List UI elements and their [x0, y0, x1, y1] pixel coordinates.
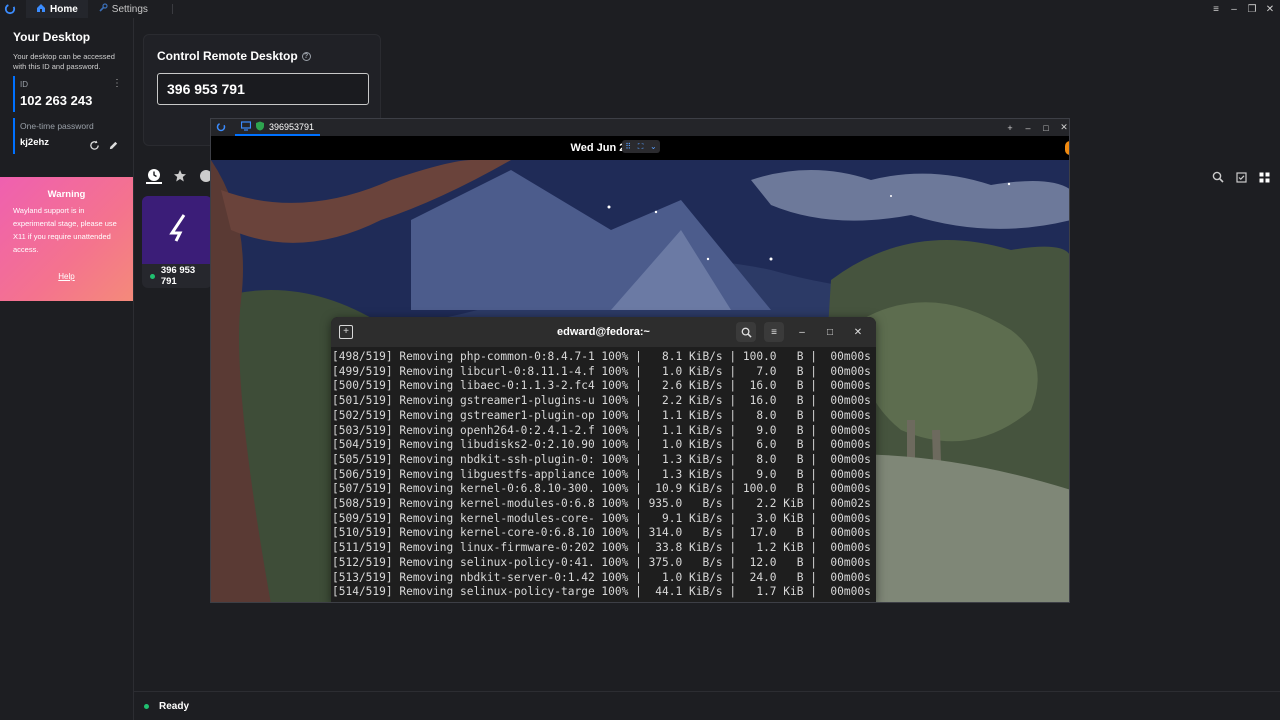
warning-title: Warning [47, 189, 86, 200]
tab-settings[interactable]: Settings [88, 0, 183, 18]
more-vertical-icon[interactable]: ⋮ [112, 78, 122, 89]
terminal-line: [504/519] Removing libudisks2-0:2.10.90 … [332, 438, 871, 452]
notification-indicator [1065, 141, 1069, 155]
close-icon[interactable]: ✕ [848, 322, 868, 342]
password-block: One-time password kj2ehz [13, 118, 125, 154]
rustdesk-logo-icon [216, 122, 226, 134]
search-icon[interactable] [736, 322, 756, 342]
help-circle-icon[interactable]: ? [301, 52, 311, 62]
terminal-line: [501/519] Removing gstreamer1-plugins-u … [332, 394, 871, 408]
remote-desktop-view[interactable]: Wed Jun 25 ⠿ ⛶ ⌄ + edward@fedora:~ ≡ – □… [211, 136, 1069, 602]
maximize-icon[interactable]: □ [1041, 123, 1051, 133]
status-dot [144, 703, 149, 709]
status-bar: Ready [134, 691, 1280, 720]
terminal-line: [500/519] Removing libaec-0:1.1.3-2.fc4 … [332, 379, 871, 393]
drag-handle-icon[interactable]: ⠿ [625, 142, 631, 151]
your-desktop-description: Your desktop can be accessed with this I… [13, 52, 115, 71]
restore-icon[interactable]: ❐ [1246, 3, 1258, 15]
help-link[interactable]: Help [13, 272, 120, 281]
terminal-line: [508/519] Removing kernel-modules-0:6.8 … [332, 497, 871, 511]
fedora-logo-icon [162, 213, 192, 248]
top-tab-bar: Home Settings ≡ – ❐ ✕ [0, 0, 1280, 18]
terminal-line: [513/519] Removing nbdkit-server-0:1.42 … [332, 570, 871, 584]
close-icon[interactable]: ✕ [1264, 3, 1276, 15]
terminal-line: [502/519] Removing gstreamer1-plugin-op … [332, 408, 871, 422]
peer-view-tools [1212, 170, 1270, 188]
tab-settings-label: Settings [111, 3, 148, 15]
id-label: ID [20, 80, 28, 89]
peer-card[interactable]: 396 953 791 [142, 196, 212, 288]
chevron-down-icon[interactable]: ⌄ [650, 142, 657, 151]
recent-sessions-icon[interactable] [146, 168, 162, 184]
left-panel: Your Desktop Your desktop can be accesse… [0, 18, 134, 720]
rustdesk-logo-icon [2, 1, 18, 17]
close-icon[interactable]: ✕ [1059, 122, 1069, 133]
terminal-line: [512/519] Removing selinux-policy-0:41. … [332, 555, 871, 569]
tab-home[interactable]: Home [26, 0, 88, 18]
terminal-line: [506/519] Removing libguestfs-appliance … [332, 467, 871, 481]
remote-desktop-window: 396953791 + – □ ✕ Wed Jun 25 ⠿ ⛶ ⌄ + edw… [210, 118, 1070, 603]
terminal-line: [514/519] Removing selinux-policy-targe … [332, 585, 871, 599]
peer-id-row: 396 953 791 [142, 264, 212, 288]
remote-session-tab[interactable]: 396953791 [235, 119, 321, 136]
refresh-icon[interactable] [89, 138, 100, 156]
hamburger-menu-icon[interactable]: ≡ [1210, 3, 1222, 15]
your-desktop-title: Your Desktop [13, 30, 91, 44]
hamburger-menu-icon[interactable]: ≡ [764, 322, 784, 342]
terminal-line: [507/519] Removing kernel-0:6.8.10-300. … [332, 482, 871, 496]
add-tab-icon[interactable]: + [1005, 123, 1015, 133]
secure-shield-icon [255, 121, 265, 133]
remote-toolbar[interactable]: ⠿ ⛶ ⌄ [622, 140, 660, 153]
remote-window-titlebar: 396953791 + – □ ✕ [211, 119, 1069, 136]
select-checkbox-icon[interactable] [1236, 170, 1247, 188]
id-block: ID 102 263 243 ⋮ [13, 76, 125, 112]
warning-text: Wayland support is in experimental stage… [13, 206, 117, 254]
maximize-icon[interactable]: □ [820, 322, 840, 342]
terminal-line: [511/519] Removing linux-firmware-0:202 … [332, 541, 871, 555]
edit-pencil-icon[interactable] [108, 138, 119, 156]
home-icon [36, 3, 46, 16]
terminal-line: [499/519] Removing libcurl-0:8.11.1-4.f … [332, 364, 871, 378]
peer-id-label: 396 953 791 [160, 265, 196, 287]
online-status-dot [150, 273, 155, 279]
session-tabs [146, 168, 214, 184]
minimize-icon[interactable]: – [1228, 3, 1240, 15]
wayland-warning-card: Warning Wayland support is in experiment… [0, 177, 133, 301]
terminal-line: [505/519] Removing nbdkit-ssh-plugin-0: … [332, 452, 871, 466]
terminal-line: [510/519] Removing kernel-core-0:6.8.10 … [332, 526, 871, 540]
wrench-icon [98, 2, 108, 16]
minimize-icon[interactable]: – [792, 322, 812, 342]
window-controls: ≡ – ❐ ✕ [1210, 0, 1276, 18]
gnome-top-bar: Wed Jun 25 ⠿ ⛶ ⌄ [211, 136, 1069, 160]
terminal-output[interactable]: [498/519] Removing php-common-0:8.4.7-1 … [331, 347, 876, 600]
terminal-line: [509/519] Removing kernel-modules-core- … [332, 511, 871, 525]
remote-window-controls: + – □ ✕ [1005, 119, 1069, 136]
minimize-icon[interactable]: – [1023, 123, 1033, 133]
status-text: Ready [159, 700, 190, 712]
remote-tab-label: 396953791 [269, 121, 315, 132]
grid-view-icon[interactable] [1259, 170, 1270, 188]
control-remote-title: Control Remote Desktop? [157, 49, 311, 63]
terminal-line: [503/519] Removing openh264-0:2.4.1-2.f … [332, 423, 871, 437]
favorites-star-icon[interactable] [172, 168, 188, 184]
terminal-header: + edward@fedora:~ ≡ – □ ✕ [331, 317, 876, 347]
monitor-icon [240, 120, 252, 133]
terminal-line: [498/519] Removing php-common-0:8.4.7-1 … [332, 350, 871, 363]
tab-home-label: Home [50, 3, 78, 15]
terminal-window[interactable]: + edward@fedora:~ ≡ – □ ✕ [498/519] Remo… [331, 317, 876, 602]
id-value[interactable]: 102 263 243 [20, 93, 125, 108]
fullscreen-icon[interactable]: ⛶ [638, 142, 644, 152]
search-icon[interactable] [1212, 170, 1224, 188]
remote-id-input[interactable] [157, 73, 369, 105]
password-label: One-time password [20, 121, 94, 131]
peer-thumbnail [142, 196, 212, 264]
tab-divider [171, 4, 173, 14]
